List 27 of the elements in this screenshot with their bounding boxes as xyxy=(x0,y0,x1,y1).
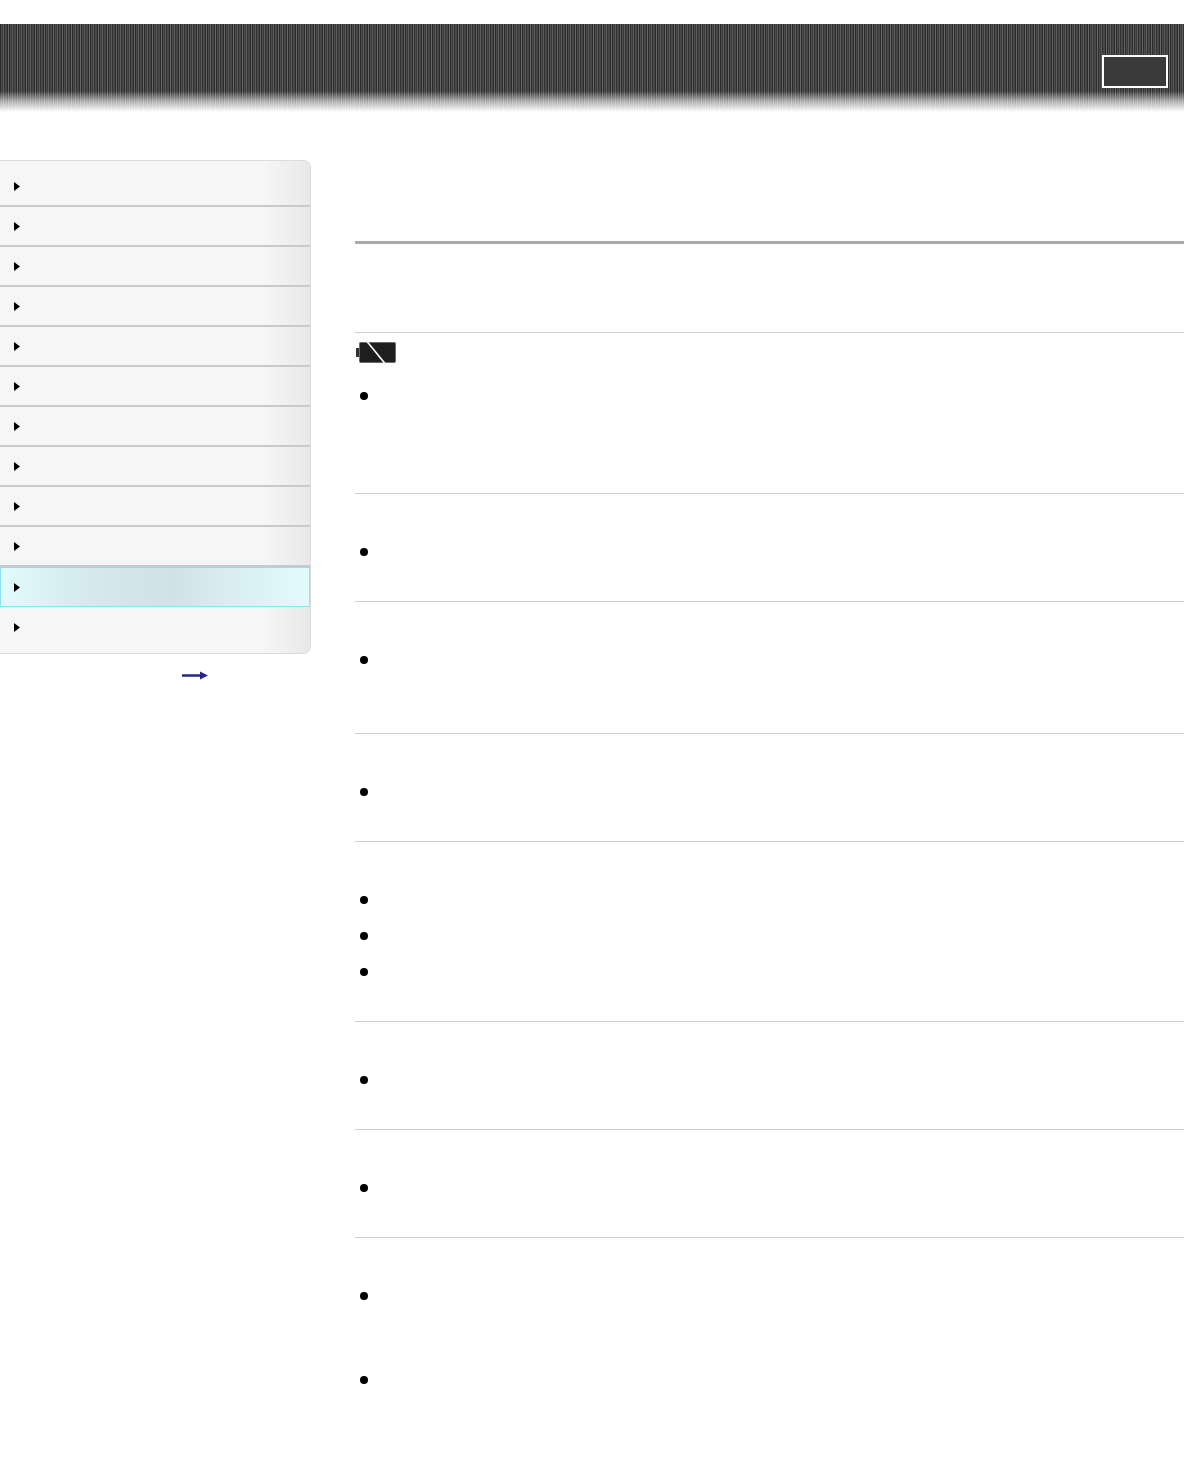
caret-icon xyxy=(14,582,20,592)
bullet-icon xyxy=(360,788,368,796)
bullet-icon xyxy=(360,1076,368,1084)
bullet-icon xyxy=(360,392,368,400)
bullet-icon xyxy=(360,548,368,556)
caret-icon xyxy=(14,181,20,191)
caret-icon xyxy=(14,622,20,632)
bullet-icon xyxy=(360,896,368,904)
caret-icon xyxy=(14,461,20,471)
caret-icon xyxy=(14,501,20,511)
caret-icon xyxy=(14,261,20,271)
caret-icon xyxy=(14,381,20,391)
battery-icon xyxy=(356,341,396,364)
header-button[interactable] xyxy=(1102,55,1168,88)
bullet-icon xyxy=(360,1292,368,1300)
arrow-icon[interactable] xyxy=(182,671,208,680)
bullet-icon xyxy=(360,1184,368,1192)
caret-icon xyxy=(14,301,20,311)
bullet-icon xyxy=(360,656,368,664)
sidebar-item[interactable] xyxy=(0,567,310,607)
caret-icon xyxy=(14,341,20,351)
caret-icon xyxy=(14,421,20,431)
bullet-icon xyxy=(360,968,368,976)
bullet-icon xyxy=(360,932,368,940)
bullet-icon xyxy=(360,1376,368,1384)
caret-icon xyxy=(14,541,20,551)
caret-icon xyxy=(14,221,20,231)
